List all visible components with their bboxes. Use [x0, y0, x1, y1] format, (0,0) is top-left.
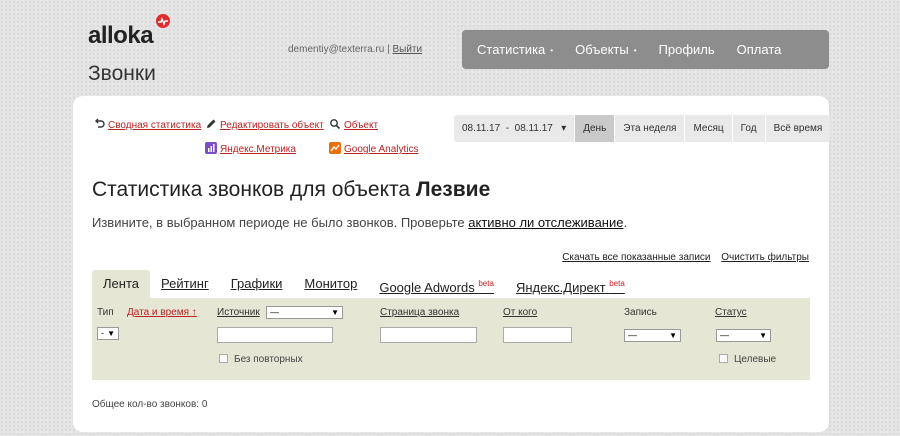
no-repeat-checkbox[interactable]: Без повторных [219, 354, 303, 365]
dropdown-dot-icon: • [633, 46, 637, 56]
edit-object-link[interactable]: Редактировать объект [205, 118, 324, 131]
magnifier-icon [329, 118, 341, 130]
type-label: Тип [97, 307, 114, 318]
targeted-checkbox[interactable]: Целевые [719, 354, 776, 365]
dropdown-dot-icon: • [550, 46, 554, 56]
date-to: 08.11.17 [514, 123, 553, 134]
main-card: Сводная статистика Редактировать объект … [73, 96, 831, 432]
back-arrow-icon [93, 118, 105, 130]
source-label[interactable]: Источник [217, 307, 260, 318]
yandex-metrika-icon [205, 142, 217, 154]
tab-charts[interactable]: Графики [220, 270, 294, 298]
checkbox-icon [719, 354, 728, 363]
targeted-label: Целевые [734, 354, 777, 365]
heading-prefix: Статистика звонков для объекта [92, 178, 416, 201]
notice-end: . [623, 215, 628, 230]
logout-link[interactable]: Выйти [392, 44, 422, 55]
record-select[interactable]: — ▼ [624, 329, 681, 342]
separator: | [387, 44, 390, 55]
download-all-link[interactable]: Скачать все показанные записи [562, 252, 710, 263]
period-day[interactable]: День [575, 115, 616, 142]
nav-profile[interactable]: Профиль [659, 42, 715, 57]
datetime-sort-header[interactable]: Дата и время ↑ [127, 307, 197, 318]
tab-google-adwords[interactable]: Google Adwords beta [368, 270, 505, 298]
notice-text: Извините, в выбранном периоде не было зв… [92, 215, 469, 230]
chevron-down-icon: ▼ [107, 329, 115, 338]
source-select[interactable]: — ▼ [266, 306, 343, 319]
yandex-metrika-label: Яндекс.Метрика [220, 144, 296, 155]
nav-statistics[interactable]: Статистика • [477, 42, 553, 57]
source-select-value: — [270, 307, 279, 317]
type-select[interactable]: - ▼ [97, 327, 119, 340]
google-analytics-icon [329, 142, 341, 154]
no-repeat-label: Без повторных [234, 354, 303, 365]
date-dash: - [505, 123, 510, 134]
status-select-value: — [720, 330, 729, 340]
beta-badge: beta [478, 279, 494, 288]
page-label[interactable]: Страница звонка [380, 307, 459, 318]
period-month[interactable]: Месяц [685, 115, 733, 142]
object-link[interactable]: Объект [329, 118, 378, 131]
tab-google-adwords-label: Google Adwords [379, 280, 475, 295]
empty-notice: Извините, в выбранном периоде не было зв… [92, 215, 627, 230]
stats-heading: Статистика звонков для объекта Лезвие [92, 178, 490, 202]
from-input[interactable] [503, 327, 572, 343]
summary-stats-label: Сводная статистика [108, 120, 202, 131]
tab-monitor[interactable]: Монитор [293, 270, 368, 298]
filters-panel: Тип - ▼ Дата и время ↑ Источник — ▼ Без по… [92, 298, 810, 380]
sort-arrow-icon: ↑ [191, 307, 197, 318]
object-name: Лезвие [415, 178, 491, 201]
pencil-icon [205, 118, 217, 130]
status-select[interactable]: — ▼ [716, 329, 771, 342]
tab-yandex-direct-label: Яндекс.Директ [515, 280, 606, 295]
beta-badge: beta [609, 279, 625, 288]
yandex-metrika-link[interactable]: Яндекс.Метрика [205, 142, 296, 155]
clear-filters-link[interactable]: Очистить фильтры [721, 252, 809, 263]
total-calls: Общее кол-во звонков: 0 [92, 399, 208, 410]
period-this-week[interactable]: Эта неделя [615, 115, 686, 142]
chevron-down-icon: ▾ [561, 123, 567, 134]
period-selector: 08.11.17 - 08.11.17 ▾ День Эта неделя Ме… [454, 115, 831, 142]
status-label[interactable]: Статус [715, 307, 747, 318]
google-analytics-link[interactable]: Google Analytics [329, 142, 419, 155]
alloka-logo[interactable]: alloka [88, 22, 154, 50]
table-actions: Скачать все показанные записи Очистить ф… [554, 252, 809, 263]
page-title: Звонки [88, 62, 156, 85]
period-year[interactable]: Год [732, 115, 766, 142]
date-from: 08.11.17 [462, 123, 501, 134]
user-email: dementiy@texterra.ru [288, 44, 385, 55]
date-range-picker[interactable]: 08.11.17 - 08.11.17 ▾ [454, 115, 576, 142]
period-all-time[interactable]: Всё время [765, 115, 831, 142]
checkbox-icon [219, 354, 228, 363]
record-select-value: — [628, 330, 637, 340]
tab-yandex-direct[interactable]: Яндекс.Директ beta [505, 270, 636, 298]
page-input[interactable] [380, 327, 477, 343]
datetime-label: Дата и время [127, 307, 190, 318]
user-info: dementiy@texterra.ru | Выйти [288, 44, 422, 55]
view-tabs: Лента Рейтинг Графики Монитор Google Adw… [92, 270, 636, 298]
chevron-down-icon: ▼ [669, 331, 677, 340]
edit-object-label: Редактировать объект [220, 120, 324, 131]
type-select-value: - [101, 328, 104, 338]
tracking-check-link[interactable]: активно ли отслеживание [468, 215, 623, 230]
record-label: Запись [624, 307, 657, 318]
tab-feed[interactable]: Лента [92, 270, 150, 298]
logo-activity-icon [156, 14, 170, 28]
summary-stats-link[interactable]: Сводная статистика [93, 118, 201, 131]
nav-statistics-label: Статистика [477, 42, 546, 57]
object-label: Объект [344, 120, 379, 131]
nav-objects[interactable]: Объекты • [575, 42, 636, 57]
chevron-down-icon: ▼ [759, 331, 767, 340]
top-navigation: Статистика • Объекты • Профиль Оплата [462, 30, 829, 69]
nav-objects-label: Объекты [575, 42, 629, 57]
nav-payment[interactable]: Оплата [737, 42, 782, 57]
tab-rating[interactable]: Рейтинг [150, 270, 220, 298]
google-analytics-label: Google Analytics [344, 144, 419, 155]
source-input[interactable] [217, 327, 333, 343]
from-label[interactable]: От кого [503, 307, 537, 318]
chevron-down-icon: ▼ [331, 308, 339, 317]
